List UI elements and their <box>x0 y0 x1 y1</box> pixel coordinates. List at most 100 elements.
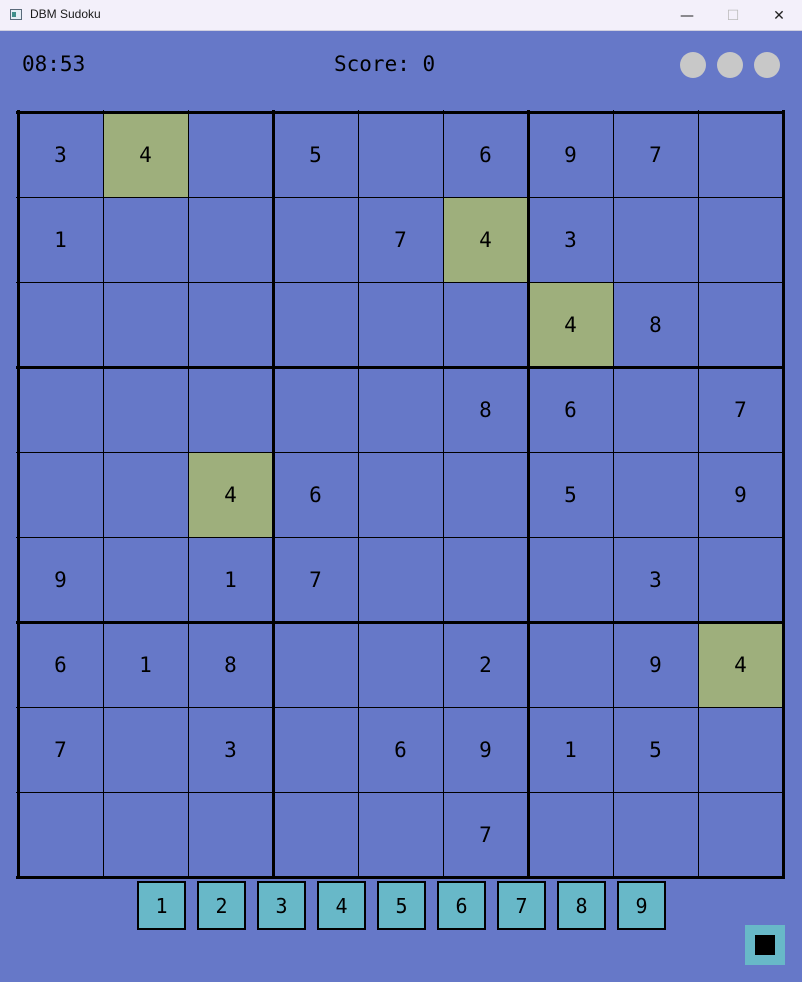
sudoku-cell[interactable]: 4 <box>443 197 528 282</box>
sudoku-cell[interactable] <box>528 792 613 877</box>
sudoku-cell[interactable]: 1 <box>103 622 188 707</box>
cell-gridline <box>103 110 104 879</box>
sudoku-cell[interactable] <box>103 452 188 537</box>
sudoku-cell[interactable] <box>358 112 443 197</box>
number-button-6[interactable]: 6 <box>437 881 486 930</box>
sudoku-cell[interactable] <box>188 112 273 197</box>
sudoku-cell[interactable] <box>273 367 358 452</box>
sudoku-cell[interactable] <box>18 282 103 367</box>
sudoku-cell[interactable] <box>613 792 698 877</box>
sudoku-cell[interactable]: 4 <box>188 452 273 537</box>
number-button-5[interactable]: 5 <box>377 881 426 930</box>
sudoku-cell[interactable] <box>358 622 443 707</box>
sudoku-cell[interactable] <box>528 537 613 622</box>
sudoku-cell[interactable] <box>443 537 528 622</box>
sudoku-cell[interactable]: 1 <box>528 707 613 792</box>
sudoku-cell[interactable]: 4 <box>528 282 613 367</box>
sudoku-cell[interactable]: 7 <box>273 537 358 622</box>
number-button-7[interactable]: 7 <box>497 881 546 930</box>
number-button-1[interactable]: 1 <box>137 881 186 930</box>
sudoku-cell[interactable]: 7 <box>443 792 528 877</box>
sudoku-cell[interactable]: 9 <box>613 622 698 707</box>
sudoku-cell[interactable]: 6 <box>18 622 103 707</box>
sudoku-cell[interactable] <box>18 792 103 877</box>
sudoku-cell[interactable]: 3 <box>613 537 698 622</box>
life-indicator <box>754 52 780 78</box>
sudoku-cell[interactable]: 4 <box>698 622 783 707</box>
sudoku-cell[interactable]: 2 <box>443 622 528 707</box>
sudoku-cell[interactable] <box>188 197 273 282</box>
sudoku-cell[interactable] <box>443 282 528 367</box>
sudoku-cell[interactable]: 9 <box>18 537 103 622</box>
sudoku-cell[interactable] <box>358 367 443 452</box>
sudoku-cell[interactable] <box>698 282 783 367</box>
number-button-9[interactable]: 9 <box>617 881 666 930</box>
sudoku-cell[interactable]: 9 <box>528 112 613 197</box>
sudoku-cell[interactable] <box>273 197 358 282</box>
life-indicator <box>717 52 743 78</box>
sudoku-cell[interactable]: 5 <box>273 112 358 197</box>
sudoku-cell[interactable] <box>443 452 528 537</box>
sudoku-cell[interactable] <box>358 792 443 877</box>
sudoku-cell[interactable]: 3 <box>528 197 613 282</box>
sudoku-cell[interactable] <box>698 792 783 877</box>
sudoku-cell[interactable]: 7 <box>358 197 443 282</box>
window-title: DBM Sudoku <box>30 7 101 21</box>
sudoku-cell[interactable]: 3 <box>18 112 103 197</box>
sudoku-cell[interactable] <box>698 707 783 792</box>
close-button[interactable]: ✕ <box>756 0 802 31</box>
sudoku-cell[interactable] <box>103 792 188 877</box>
sudoku-cell[interactable]: 5 <box>528 452 613 537</box>
sudoku-cell[interactable] <box>273 282 358 367</box>
sudoku-cell[interactable] <box>528 622 613 707</box>
number-button-2[interactable]: 2 <box>197 881 246 930</box>
sudoku-cell[interactable] <box>103 707 188 792</box>
sudoku-cell[interactable] <box>103 197 188 282</box>
sudoku-cell[interactable] <box>698 112 783 197</box>
sudoku-cell[interactable] <box>188 282 273 367</box>
minimize-button[interactable]: — <box>664 0 710 31</box>
stop-button[interactable] <box>745 925 785 965</box>
cell-gridline <box>16 282 785 283</box>
sudoku-cell[interactable] <box>613 367 698 452</box>
number-button-8[interactable]: 8 <box>557 881 606 930</box>
sudoku-cell[interactable] <box>103 367 188 452</box>
number-button-4[interactable]: 4 <box>317 881 366 930</box>
sudoku-cell[interactable]: 5 <box>613 707 698 792</box>
sudoku-cell[interactable]: 6 <box>358 707 443 792</box>
sudoku-cell[interactable]: 8 <box>188 622 273 707</box>
sudoku-cell[interactable]: 9 <box>698 452 783 537</box>
sudoku-cell[interactable] <box>188 367 273 452</box>
maximize-button[interactable]: ☐ <box>710 0 756 31</box>
sudoku-cell[interactable]: 6 <box>443 112 528 197</box>
sudoku-cell[interactable] <box>698 537 783 622</box>
sudoku-cell[interactable]: 8 <box>613 282 698 367</box>
number-button-3[interactable]: 3 <box>257 881 306 930</box>
sudoku-cell[interactable]: 9 <box>443 707 528 792</box>
sudoku-cell[interactable] <box>358 452 443 537</box>
sudoku-cell[interactable]: 3 <box>188 707 273 792</box>
sudoku-cell[interactable]: 1 <box>18 197 103 282</box>
cell-gridline <box>16 707 785 708</box>
sudoku-cell[interactable]: 8 <box>443 367 528 452</box>
sudoku-cell[interactable] <box>103 282 188 367</box>
sudoku-cell[interactable] <box>103 537 188 622</box>
sudoku-cell[interactable]: 1 <box>188 537 273 622</box>
sudoku-cell[interactable] <box>273 622 358 707</box>
sudoku-cell[interactable] <box>18 452 103 537</box>
sudoku-cell[interactable]: 7 <box>18 707 103 792</box>
sudoku-cell[interactable]: 7 <box>613 112 698 197</box>
sudoku-cell[interactable] <box>358 282 443 367</box>
sudoku-cell[interactable]: 4 <box>103 112 188 197</box>
sudoku-cell[interactable] <box>698 197 783 282</box>
sudoku-cell[interactable] <box>188 792 273 877</box>
sudoku-cell[interactable] <box>358 537 443 622</box>
sudoku-cell[interactable] <box>613 452 698 537</box>
sudoku-cell[interactable] <box>273 707 358 792</box>
sudoku-cell[interactable] <box>613 197 698 282</box>
sudoku-cell[interactable] <box>273 792 358 877</box>
sudoku-cell[interactable]: 7 <box>698 367 783 452</box>
sudoku-cell[interactable] <box>18 367 103 452</box>
sudoku-cell[interactable]: 6 <box>528 367 613 452</box>
sudoku-cell[interactable]: 6 <box>273 452 358 537</box>
